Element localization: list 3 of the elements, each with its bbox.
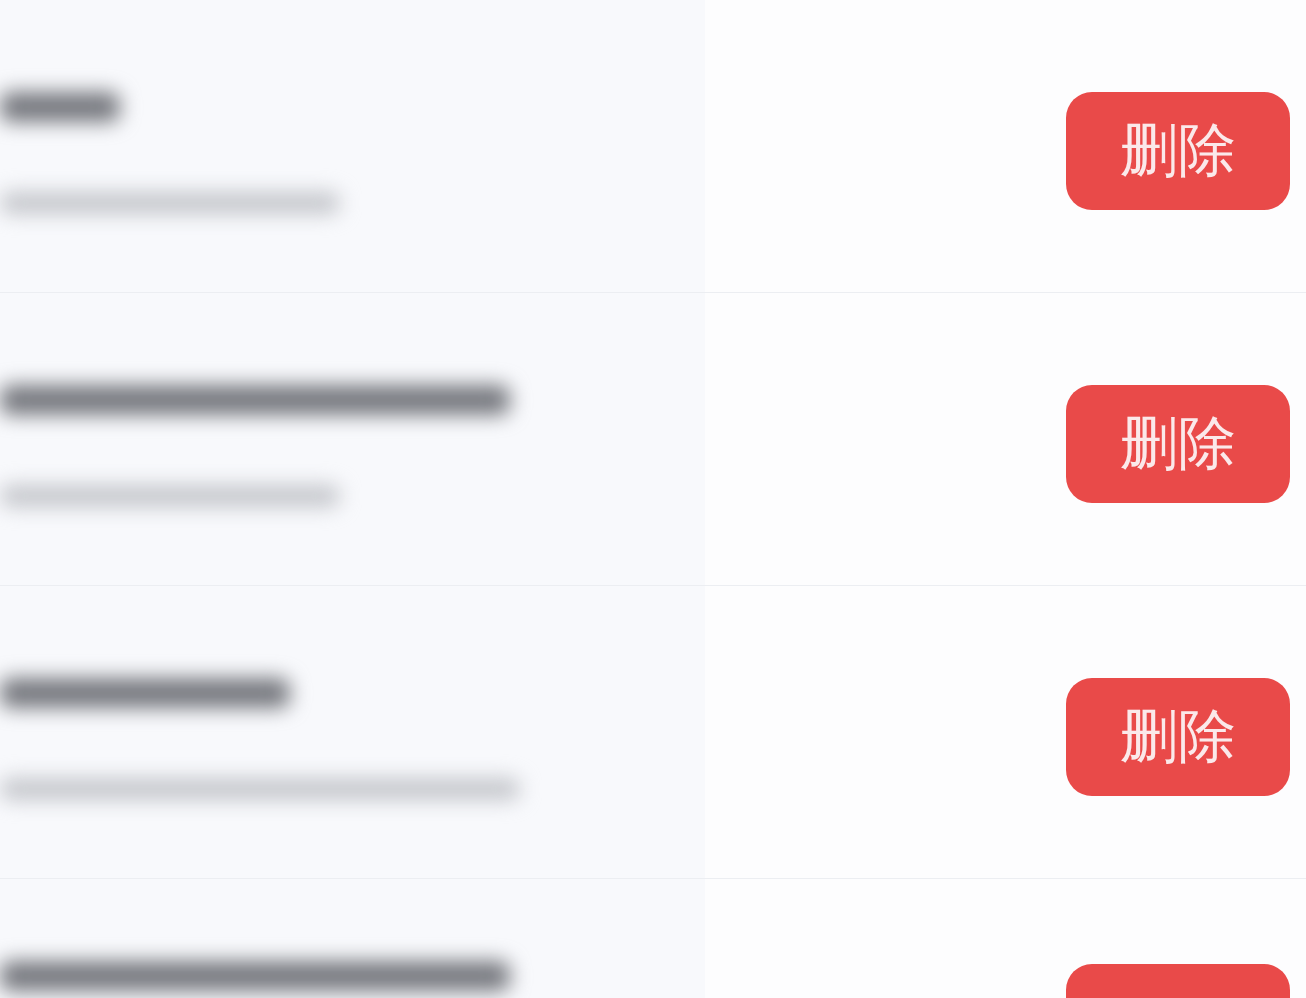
delete-button[interactable]: 删除: [1066, 385, 1290, 503]
delete-button[interactable]: 删除: [1066, 92, 1290, 210]
delete-button[interactable]: 删除: [1066, 678, 1290, 796]
